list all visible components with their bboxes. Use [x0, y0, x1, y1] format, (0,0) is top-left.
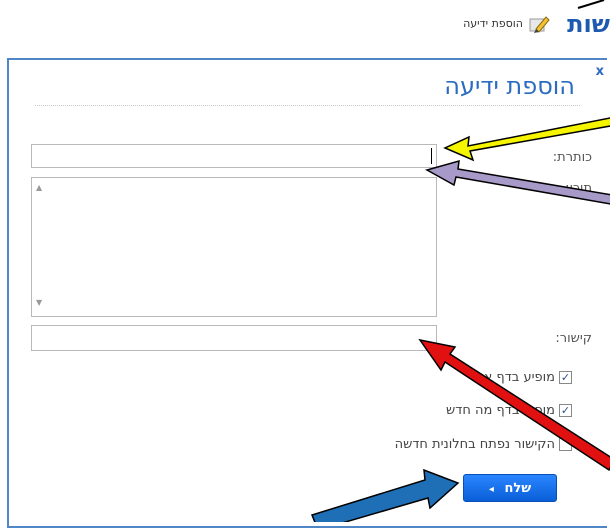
checkbox-row-new-window[interactable]: הקישור נפתח בחלונית חדשה	[395, 437, 572, 452]
check-icon: ✓	[560, 371, 571, 384]
close-icon[interactable]: x	[596, 64, 604, 79]
checkbox-whatsnew[interactable]: ✓	[559, 404, 572, 417]
dialog-title: הוספת ידיעה	[444, 72, 575, 100]
scroll-up-icon[interactable]: ▲	[36, 183, 42, 192]
scroll-down-icon[interactable]: ▼	[36, 298, 42, 307]
text-cursor	[431, 148, 432, 164]
checkbox-whatsnew-label: מופיע בדף מה חדש	[446, 403, 555, 418]
content-textarea[interactable]	[31, 177, 437, 317]
brand-fragment: שות	[567, 10, 610, 38]
link-input[interactable]	[31, 325, 437, 351]
chevron-left-icon: ◂	[488, 484, 494, 495]
checkbox-row-whatsnew[interactable]: ✓ מופיע בדף מה חדש	[446, 403, 572, 418]
send-button[interactable]: שלח ◂	[463, 474, 557, 502]
checkbox-row-personal[interactable]: ✓ מופיע בדף אישי	[469, 370, 572, 385]
title-label: כותרת:	[552, 150, 592, 165]
pencil-icon[interactable]	[528, 13, 550, 35]
checkbox-personal-label: מופיע בדף אישי	[468, 370, 555, 385]
send-button-label: שלח	[504, 481, 532, 496]
checkbox-new-window-label: הקישור נפתח בחלונית חדשה	[394, 437, 555, 452]
checkbox-new-window[interactable]	[559, 438, 572, 451]
title-input[interactable]	[31, 144, 437, 168]
checkbox-personal[interactable]: ✓	[559, 371, 572, 384]
check-icon: ✓	[560, 404, 571, 417]
title-divider	[35, 105, 580, 106]
content-label: תוכן:	[565, 181, 592, 196]
add-news-link[interactable]: הוספת ידיעה	[463, 17, 523, 30]
link-label: קישור:	[555, 331, 592, 346]
